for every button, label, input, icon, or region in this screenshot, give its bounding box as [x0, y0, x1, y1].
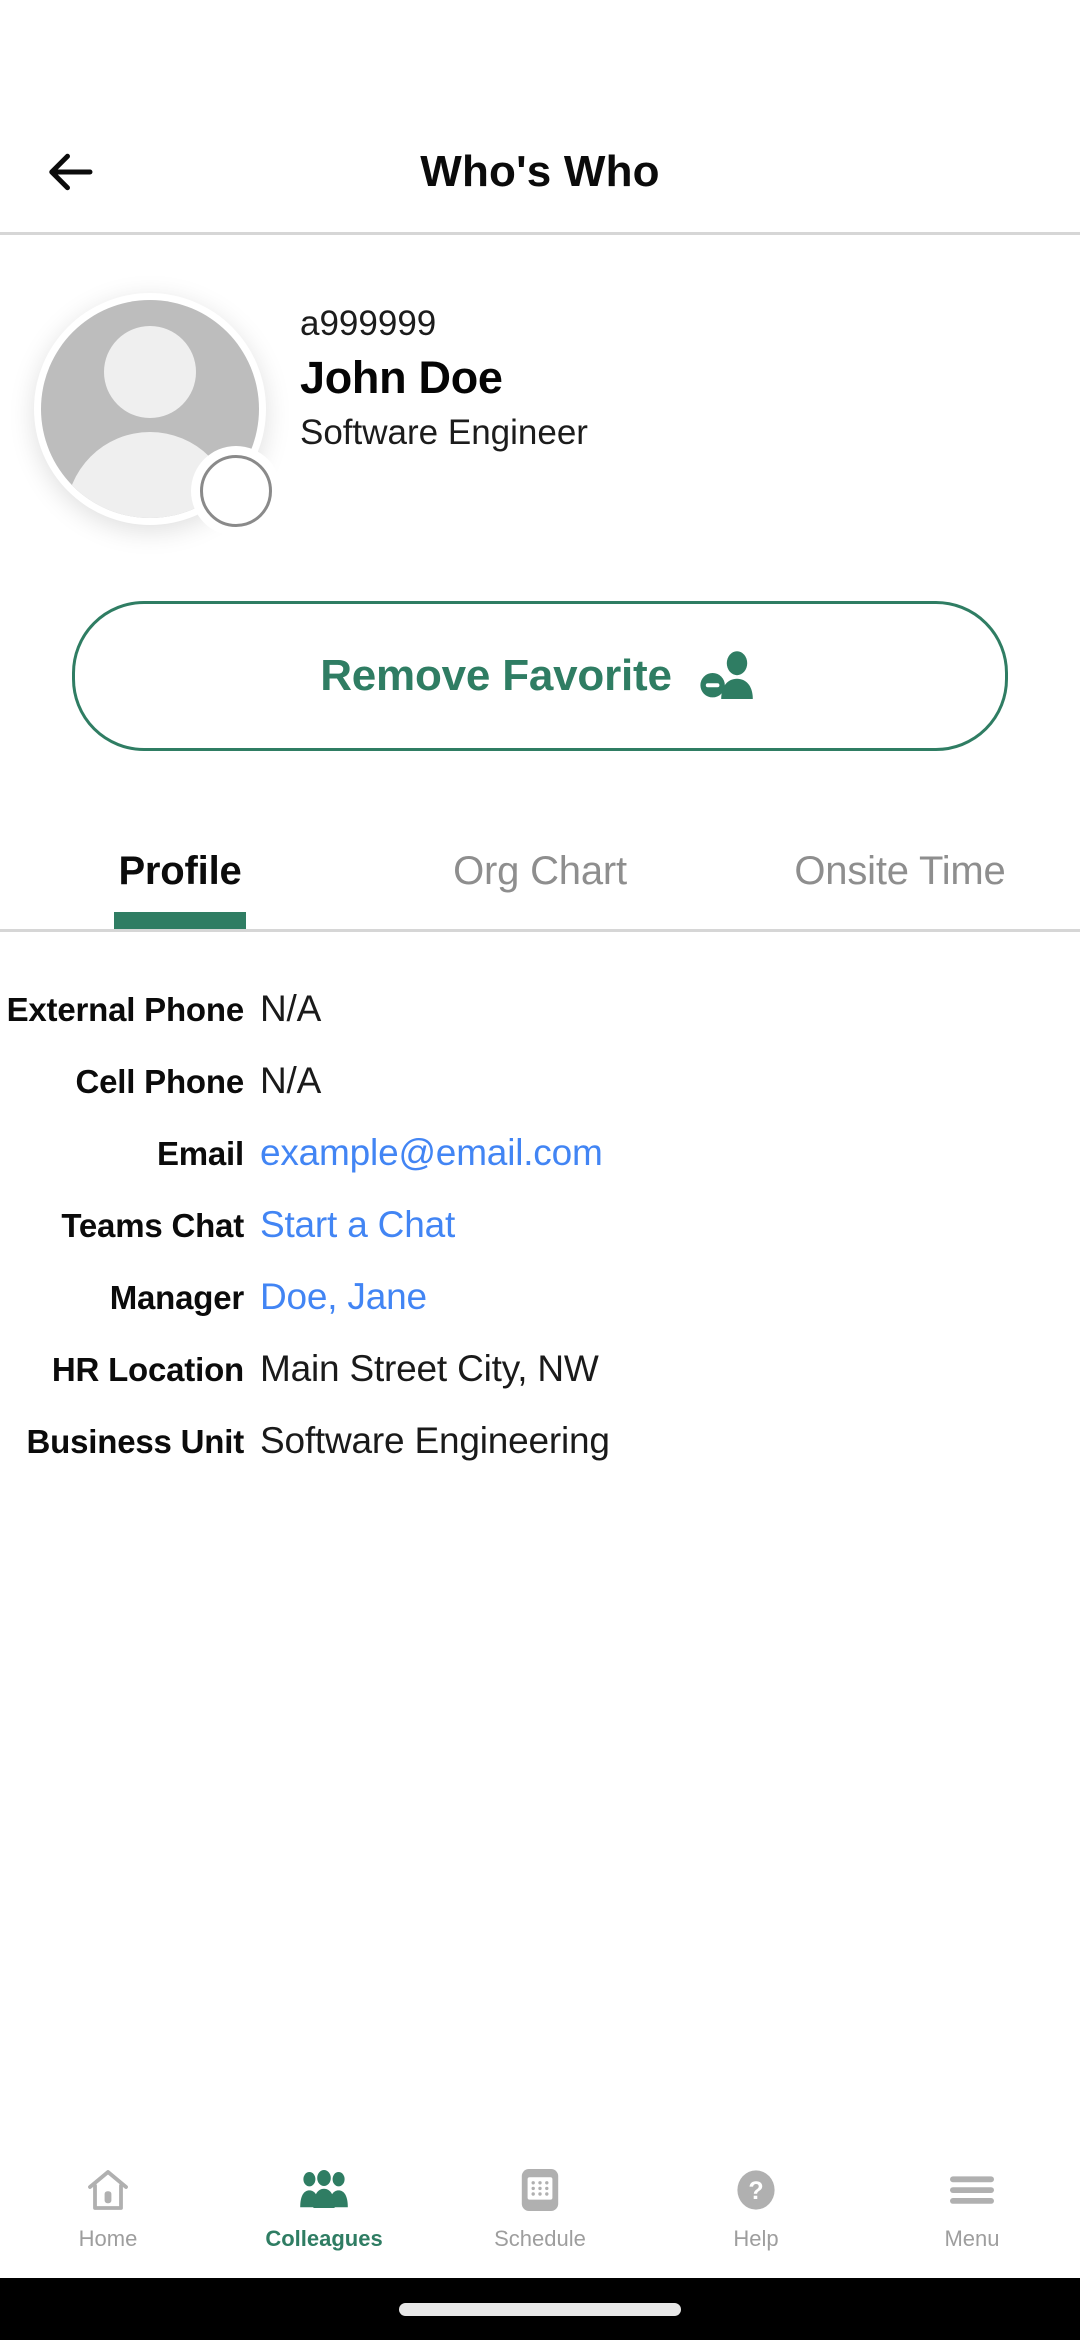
nav-item-colleagues[interactable]: Colleagues	[216, 2164, 432, 2252]
svg-text:?: ?	[748, 2177, 763, 2205]
detail-value-email-link[interactable]: example@email.com	[260, 1132, 1080, 1174]
detail-value-hr-location: Main Street City, NW	[260, 1348, 599, 1389]
detail-row-email: Email example@email.com	[0, 1132, 1080, 1174]
remove-favorite-label: Remove Favorite	[320, 651, 672, 700]
detail-row-cell-phone: Cell Phone N/A	[0, 1060, 1080, 1102]
tab-onsite-time[interactable]: Onsite Time	[720, 827, 1080, 929]
tab-profile-label: Profile	[118, 849, 242, 893]
profile-tabs: Profile Org Chart Onsite Time	[0, 827, 1080, 932]
detail-label: Business Unit	[26, 1423, 245, 1460]
hamburger-menu-icon	[947, 2164, 997, 2216]
nav-item-home[interactable]: Home	[0, 2164, 216, 2252]
status-bar-inset	[0, 0, 1080, 112]
app-screen: Who's Who a999999 John Doe Software Engi…	[0, 0, 1080, 2340]
employee-id: a999999	[300, 304, 437, 343]
detail-label: Manager	[109, 1279, 245, 1316]
person-remove-icon	[698, 648, 760, 705]
identity-block: a999999 John Doe Software Engineer	[300, 287, 1080, 454]
nav-label-schedule: Schedule	[494, 2226, 586, 2251]
remove-favorite-button[interactable]: Remove Favorite	[72, 601, 1008, 751]
detail-row-hr-location: HR Location Main Street City, NW	[0, 1348, 1080, 1390]
detail-row-manager: Manager Doe, Jane	[0, 1276, 1080, 1318]
nav-item-schedule[interactable]: Schedule	[432, 2164, 648, 2252]
nav-label-home: Home	[78, 2226, 138, 2251]
detail-value-business-unit: Software Engineering	[260, 1420, 610, 1461]
profile-detail-list: External Phone N/A Cell Phone N/A Email …	[0, 932, 1080, 2144]
detail-value-manager-link[interactable]: Doe, Jane	[260, 1276, 1080, 1318]
detail-label: Teams Chat	[61, 1207, 244, 1244]
question-circle-icon: ?	[733, 2164, 779, 2216]
nav-label-colleagues: Colleagues	[265, 2226, 383, 2251]
home-indicator-pill[interactable]	[399, 2302, 681, 2316]
bottom-navigation-bar: Home Colleagues Schedule ? Help Menu	[0, 2144, 1080, 2278]
tab-active-indicator	[114, 912, 246, 929]
detail-label: Email	[156, 1135, 244, 1172]
calendar-keypad-icon	[517, 2164, 563, 2216]
tab-org-chart[interactable]: Org Chart	[360, 827, 720, 929]
profile-summary: a999999 John Doe Software Engineer	[0, 235, 1080, 527]
avatar-container	[0, 287, 300, 527]
avatar	[34, 293, 272, 527]
presence-status-icon	[200, 455, 272, 527]
people-group-icon	[299, 2164, 349, 2216]
detail-row-business-unit: Business Unit Software Engineering	[0, 1420, 1080, 1462]
detail-value-cell-phone: N/A	[260, 1060, 322, 1101]
page-title: Who's Who	[420, 147, 660, 196]
tab-org-chart-label: Org Chart	[453, 849, 627, 893]
home-icon	[84, 2164, 132, 2216]
favorite-button-row: Remove Favorite	[0, 525, 1080, 751]
tab-onsite-time-label: Onsite Time	[794, 849, 1006, 893]
detail-value-teams-chat-link[interactable]: Start a Chat	[260, 1204, 1080, 1246]
employee-job-title: Software Engineer	[300, 413, 588, 453]
nav-item-help[interactable]: ? Help	[648, 2164, 864, 2252]
system-navigation-bar	[0, 2278, 1080, 2340]
nav-item-menu[interactable]: Menu	[864, 2164, 1080, 2252]
nav-label-help: Help	[733, 2226, 779, 2251]
employee-name: John Doe	[300, 352, 503, 404]
detail-value-external-phone: N/A	[260, 988, 322, 1029]
tab-profile[interactable]: Profile	[0, 827, 360, 929]
detail-row-teams-chat: Teams Chat Start a Chat	[0, 1204, 1080, 1246]
detail-row-external-phone: External Phone N/A	[0, 988, 1080, 1030]
detail-label: External Phone	[6, 991, 245, 1028]
nav-label-menu: Menu	[944, 2226, 1000, 2251]
app-header: Who's Who	[0, 112, 1080, 235]
detail-label: HR Location	[51, 1351, 244, 1388]
back-button[interactable]	[34, 134, 110, 210]
avatar-head-shape	[104, 326, 196, 418]
arrow-left-icon	[45, 145, 99, 199]
detail-label: Cell Phone	[75, 1063, 244, 1100]
